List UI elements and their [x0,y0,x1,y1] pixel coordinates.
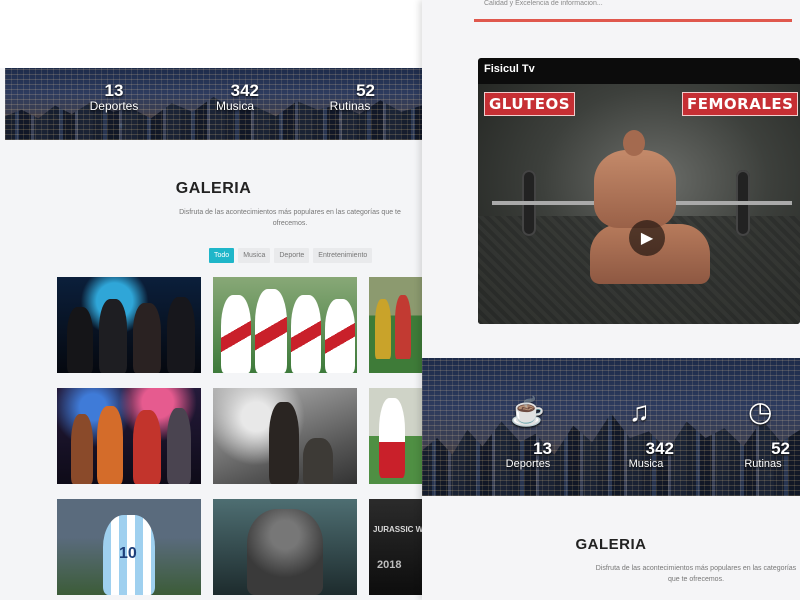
stat-rutinas: 52 Rutinas [325,82,375,113]
gallery-image-concert[interactable] [57,388,201,484]
gallery-image-jurassic-world[interactable]: JURASSIC WO 2018 [369,499,422,595]
coffee-cup-icon: ☕ [510,396,545,427]
stat-label: Rutinas [329,99,371,113]
gallery-image-band[interactable] [57,277,201,373]
athlete-torso [594,150,676,228]
gallery-title: GALERIA [175,180,252,197]
movie-year-text: 2018 [377,559,402,571]
stat-musica: 342 Musica [618,440,674,471]
jersey-number: 10 [119,545,137,562]
gallery-image-action-scene[interactable] [213,388,357,484]
gallery-image-messi[interactable]: 10 [57,499,201,595]
filter-musica-button[interactable]: Musica [238,248,271,263]
stat-number: 13 [533,439,552,458]
header-divider [474,19,792,22]
sign-gluteos: GLUTEOS [484,92,576,116]
gallery-filters: Todo Musica Deporte Entretenimiento [209,248,373,263]
filter-deporte-button[interactable]: Deporte [274,248,310,263]
stat-label: Rutinas [744,458,782,470]
stat-deportes: 13 Deportes [85,82,143,113]
gallery-image-gorilla[interactable] [213,499,357,595]
filter-entretenimiento-button[interactable]: Entretenimiento [313,248,373,263]
stat-number: 52 [356,81,375,100]
top-area [0,0,422,68]
stat-deportes: 13 Deportes [498,440,558,471]
left-page: 13 Deportes 342 Musica 52 Rutinas GALERI… [0,0,422,600]
stats-banner: 13 Deportes 342 Musica 52 Rutinas [5,68,422,140]
movie-title-text: JURASSIC WO [373,525,422,534]
gallery-subtitle: Disfruta de las acontecimientos más popu… [595,565,797,583]
filter-todo-button[interactable]: Todo [209,248,235,263]
athlete-head [623,130,645,156]
stat-number: 13 [104,81,124,100]
right-page: Calidad y Excelencia de informacion... F… [422,0,800,600]
stat-number: 342 [645,439,674,458]
site-slogan: Calidad y Excelencia de informacion... [484,0,603,7]
page-header: Calidad y Excelencia de informacion... [422,0,800,56]
sign-femorales: FEMORALES [682,92,799,116]
gallery-subtitle: Disfruta de las acontecimientos más popu… [179,209,401,227]
clock-icon: ◷ [748,396,773,427]
stat-label: Musica [628,458,664,470]
video-frame: GLUTEOS FEMORALES ▶ [478,84,800,324]
music-note-icon: ♫ [629,396,650,427]
gallery-image-soccer-match[interactable] [369,277,422,373]
stat-number: 52 [771,439,790,458]
stat-musica: 342 Musica [205,82,265,113]
stat-label: Deportes [505,458,551,470]
stat-number: 342 [230,81,259,100]
stat-rutinas: 52 Rutinas [736,440,790,471]
play-icon[interactable]: ▶ [629,220,665,256]
gallery-title: GALERIA [575,536,647,553]
gallery-image-soccer-player[interactable] [369,388,422,484]
video-title: Fisicul Tv [484,63,535,75]
stat-label: Deportes [89,99,139,113]
stats-banner: ☕ ♫ ◷ 13 Deportes 342 Musica 52 Rutinas [422,358,800,496]
gallery-image-peru-team[interactable] [213,277,357,373]
screenshot-collage: 13 Deportes 342 Musica 52 Rutinas GALERI… [0,0,800,600]
stat-label: Musica [215,99,254,113]
video-player[interactable]: Fisicul Tv GLUTEOS FEMORALES ▶ [478,58,800,324]
